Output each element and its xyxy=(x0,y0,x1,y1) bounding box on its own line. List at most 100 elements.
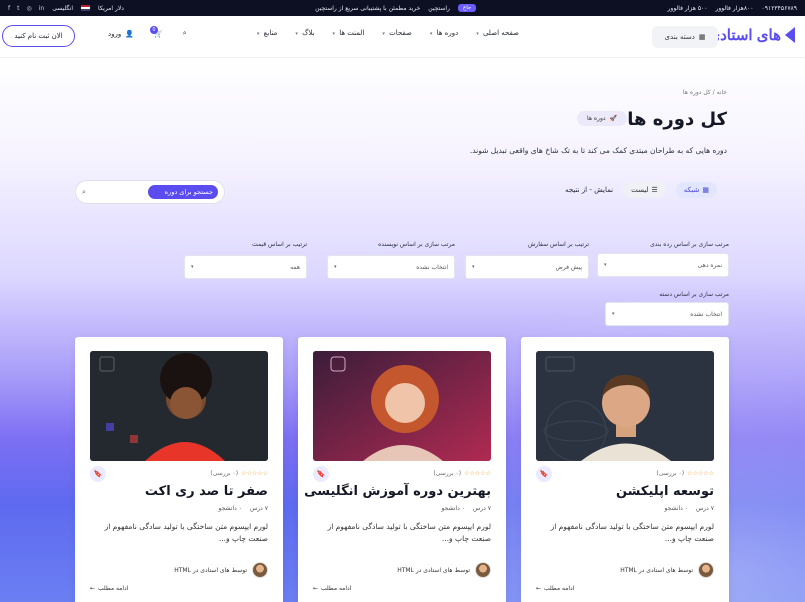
read-more-link[interactable]: ادامه مطلب ← xyxy=(90,585,128,592)
grid-icon: ▦ xyxy=(698,33,706,41)
chevron-down-icon: ▾ xyxy=(612,311,615,317)
followers-left: ۵۰۰ هزار فالوور xyxy=(667,4,708,12)
course-meta: ۷ درس ۰ دانشجو xyxy=(664,505,714,512)
nav-item-blog[interactable]: بلاگ ▾ xyxy=(295,29,314,37)
nav-item-pages[interactable]: صفحات ▾ xyxy=(382,29,411,37)
course-meta: ۷ درس ۰ دانشجو xyxy=(441,505,491,512)
topbar-center-group: جاع راستچین خرید مطمئن با پشتیبانی سریع … xyxy=(315,4,477,12)
lessons-count: ۷ درس xyxy=(249,505,268,512)
course-image xyxy=(536,351,714,461)
chevron-down-icon: ▾ xyxy=(191,264,194,270)
course-rating: ☆☆☆☆☆ (۰ بررسی) xyxy=(656,470,714,477)
review-count: (۰ بررسی) xyxy=(210,470,239,477)
site-logo[interactable]: های استادی xyxy=(708,26,795,44)
arrow-left-icon: ← xyxy=(313,585,319,592)
instagram-icon[interactable]: ◎ xyxy=(26,5,31,12)
review-count: (۰ بررسی) xyxy=(433,470,462,477)
breadcrumb[interactable]: خانه / کل دوره ها xyxy=(683,89,727,96)
avatar xyxy=(698,562,714,578)
social-links: in ◎ t f xyxy=(8,5,44,12)
list-view-button[interactable]: ☰ لیست xyxy=(623,182,666,198)
read-more-link[interactable]: ادامه مطلب ← xyxy=(536,585,574,592)
chevron-down-icon: ▾ xyxy=(472,264,475,270)
view-toggle-bar: ▦ شبکه ☰ لیست نمایش - از نتیجه xyxy=(565,182,717,198)
bookmark-icon[interactable]: 🔖 xyxy=(313,466,329,482)
nav-item-courses[interactable]: دوره ها ▾ xyxy=(430,29,458,37)
nav-item-resources[interactable]: منابع ▾ xyxy=(257,29,277,37)
filter-select-order[interactable]: پیش فرض ▾ xyxy=(465,255,589,279)
course-search: ⌕ xyxy=(75,180,225,204)
bookmark-icon[interactable]: 🔖 xyxy=(90,466,106,482)
course-card[interactable]: ☆☆☆☆☆ (۰ بررسی) 🔖 توسعه اپلیکشن ۷ درس ۰ … xyxy=(521,337,729,602)
language-select[interactable]: انگلیسی xyxy=(52,5,73,12)
bookmark-icon[interactable]: 🔖 xyxy=(536,466,552,482)
chevron-down-icon: ▾ xyxy=(476,31,479,37)
linkedin-icon[interactable]: in xyxy=(39,5,44,12)
flag-icon xyxy=(81,5,91,11)
lessons-count: ۷ درس xyxy=(695,505,714,512)
course-title[interactable]: بهترین دوره آموزش انگلیسی xyxy=(304,484,491,499)
course-title[interactable]: صفر تا صد ری اکت xyxy=(145,484,268,499)
topbar-right-group: ۰۹۱۲۳۴۵۶۷۸۹ ۸۰۰هزار فالوور ۵۰۰ هزار فالو… xyxy=(668,5,797,12)
promo-sub[interactable]: خرید مطمئن با پشتیبانی سریع از راستچین xyxy=(315,5,420,12)
lessons-count: ۷ درس xyxy=(472,505,491,512)
promo-tag: جاع xyxy=(457,4,477,12)
twitter-icon[interactable]: t xyxy=(17,5,19,12)
promo-text: راستچین xyxy=(428,4,450,12)
main-header: های استادی ▦ دسته بندی صفحه اصلی ▾ دوره … xyxy=(0,16,805,58)
search-icon[interactable]: ⌕ xyxy=(183,29,187,38)
course-thumbnail[interactable] xyxy=(90,351,268,461)
phone-number[interactable]: ۰۹۱۲۳۴۵۶۷۸۹ xyxy=(762,5,797,12)
category-button[interactable]: ▦ دسته بندی xyxy=(652,26,718,48)
course-meta: ۷ درس ۰ دانشجو xyxy=(218,505,268,512)
course-thumbnail[interactable] xyxy=(536,351,714,461)
chevron-down-icon: ▾ xyxy=(332,31,335,37)
filter-label-author: مرتب سازی بر اساس نویسنده xyxy=(378,241,455,248)
course-author: توسط های استادی در HTML xyxy=(397,562,491,578)
course-description: لورم ایپسوم متن ساختگی با تولید سادگی نا… xyxy=(550,522,714,543)
review-count: (۰ بررسی) xyxy=(656,470,685,477)
students-count: ۰ دانشجو xyxy=(218,505,242,512)
facebook-icon[interactable]: f xyxy=(8,5,10,12)
chevron-down-icon: ▾ xyxy=(604,262,607,268)
main-nav: صفحه اصلی ▾ دوره ها ▾ صفحات ▾ المنت ها ▾… xyxy=(257,29,519,37)
page-description: دوره هایی که به طراحان مبتدی کمک می کند … xyxy=(469,146,727,155)
arrow-left-icon: ← xyxy=(90,585,96,592)
login-link[interactable]: 👤 ورود xyxy=(108,30,134,38)
course-card[interactable]: ☆☆☆☆☆ (۰ بررسی) 🔖 بهترین دوره آموزش انگل… xyxy=(298,337,506,602)
course-card[interactable]: ☆☆☆☆☆ (۰ بررسی) 🔖 صفر تا صد ری اکت ۷ درس… xyxy=(75,337,283,602)
currency-select[interactable]: دلار امریکا xyxy=(98,5,124,12)
students-count: ۰ دانشجو xyxy=(664,505,688,512)
courses-hero: خانه / کل دوره ها کل دوره ها 🚀 دوره ها د… xyxy=(0,59,805,602)
filter-label-rating: مرتب سازی بر اساس رده بندی xyxy=(650,241,729,248)
cart-button[interactable]: 🛒 0 xyxy=(149,25,163,38)
read-more-link[interactable]: ادامه مطلب ← xyxy=(313,585,351,592)
user-icon: 👤 xyxy=(125,29,134,38)
star-rating-icon: ☆☆☆☆☆ xyxy=(687,470,714,477)
students-count: ۰ دانشجو xyxy=(441,505,465,512)
star-rating-icon: ☆☆☆☆☆ xyxy=(464,470,491,477)
filter-select-price[interactable]: همه ▾ xyxy=(184,255,307,279)
filter-label-order: ترتیب بر اساس سفارش xyxy=(527,241,589,248)
filter-select-category[interactable]: انتخاب نشده ▾ xyxy=(605,302,729,326)
filter-select-rating[interactable]: نمره دهی ▾ xyxy=(597,253,729,277)
arrow-left-icon: ← xyxy=(536,585,542,592)
signup-button[interactable]: الان ثبت نام کنید xyxy=(2,25,75,47)
filter-label-category: مرتب سازی بر اساس دسته xyxy=(659,291,729,298)
nav-item-home[interactable]: صفحه اصلی ▾ xyxy=(476,29,519,37)
top-bar: دلار امریکا انگلیسی in ◎ t f جاع راستچین… xyxy=(0,0,805,16)
star-rating-icon: ☆☆☆☆☆ xyxy=(241,470,268,477)
cart-badge: 0 xyxy=(149,25,158,34)
chevron-down-icon: ▾ xyxy=(295,31,298,37)
search-input[interactable] xyxy=(148,185,218,199)
course-description: لورم ایپسوم متن ساختگی با تولید سادگی نا… xyxy=(327,522,491,543)
avatar xyxy=(252,562,268,578)
avatar xyxy=(475,562,491,578)
header-icons: 👤 ورود 🛒 0 ⌕ xyxy=(108,25,187,38)
nav-item-elements[interactable]: المنت ها ▾ xyxy=(332,29,364,37)
grid-view-button[interactable]: ▦ شبکه xyxy=(675,182,717,198)
course-thumbnail[interactable] xyxy=(313,351,491,461)
search-icon[interactable]: ⌕ xyxy=(82,188,86,197)
filter-select-author[interactable]: انتخاب نشده ▾ xyxy=(327,255,455,279)
course-title[interactable]: توسعه اپلیکشن xyxy=(616,484,714,499)
